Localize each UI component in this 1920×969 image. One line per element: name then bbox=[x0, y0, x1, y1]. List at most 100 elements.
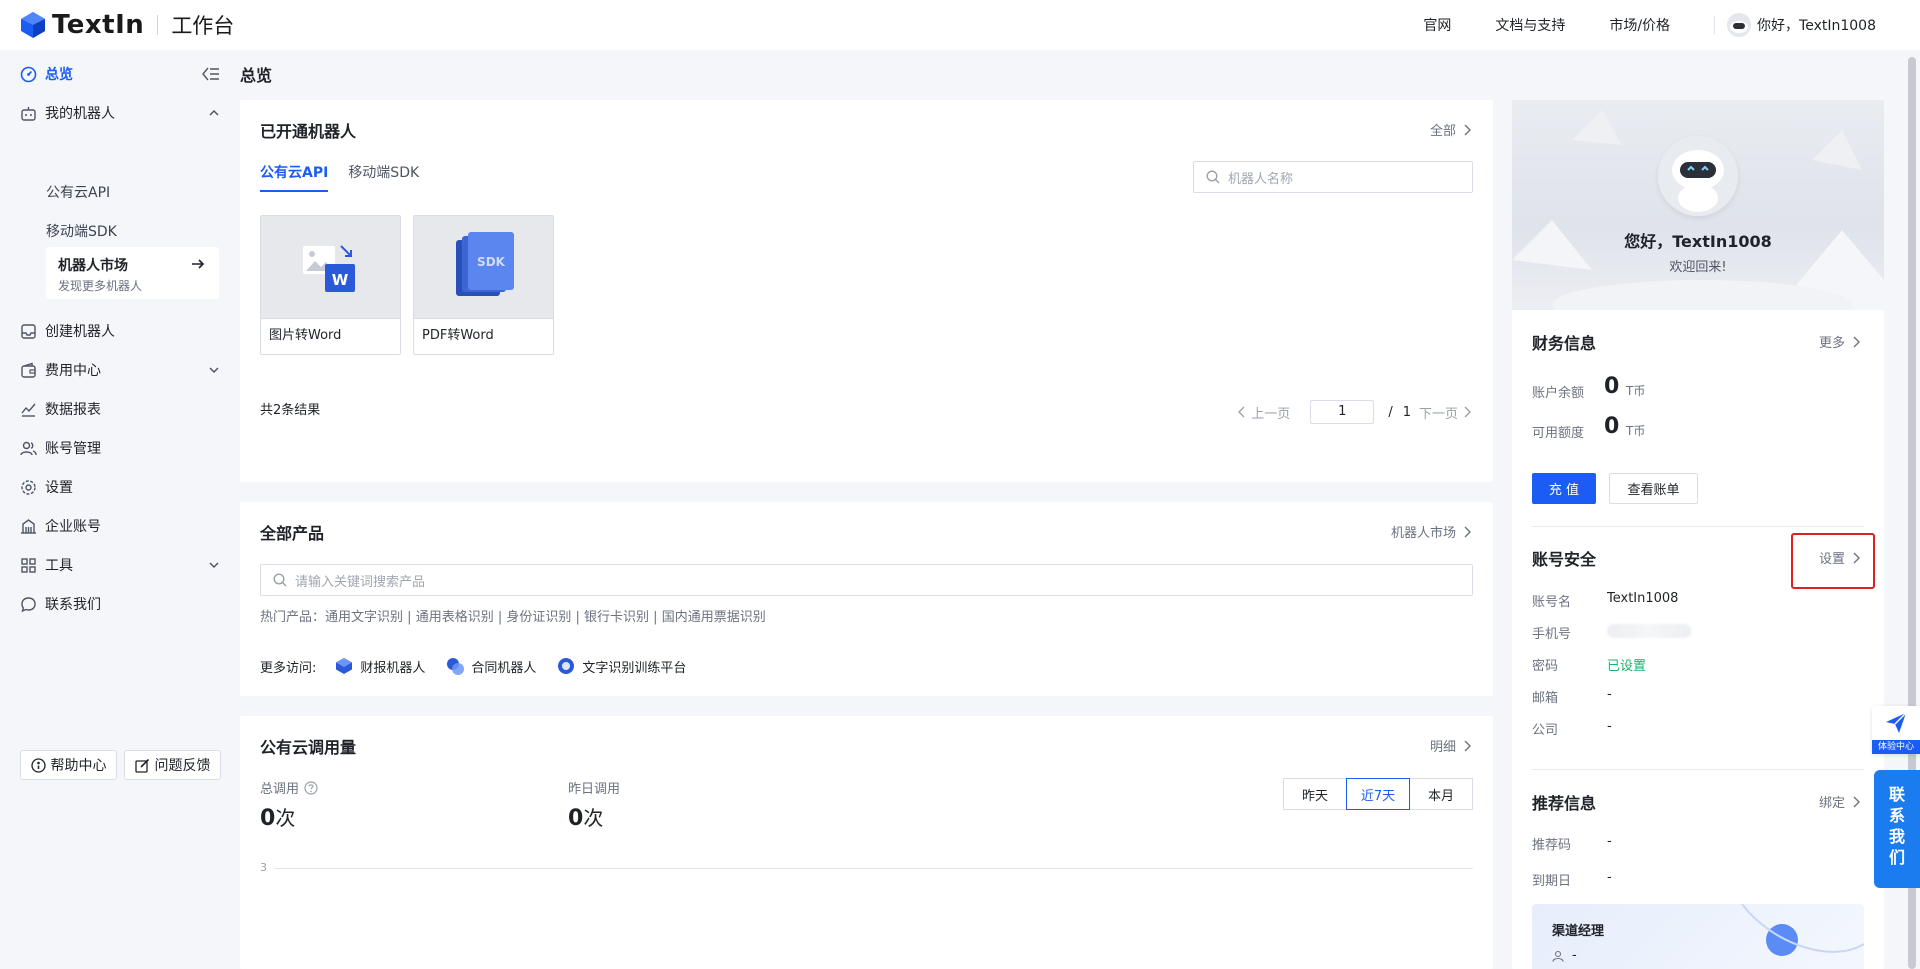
sidebar-item-overview[interactable]: 总览 bbox=[20, 56, 220, 92]
range-selector: 昨天 近7天 本月 bbox=[1283, 778, 1473, 810]
hot-product-link[interactable]: 通用表格识别 bbox=[416, 610, 494, 625]
logo-subtitle: 工作台 bbox=[171, 14, 235, 38]
dashboard-icon bbox=[20, 66, 37, 82]
page-number-input[interactable]: 1 bbox=[1310, 400, 1375, 424]
help-icon bbox=[30, 757, 46, 773]
stat-unit: 次 bbox=[583, 806, 604, 830]
hot-label: 热门产品： bbox=[260, 610, 326, 625]
question-icon[interactable] bbox=[304, 780, 318, 795]
profile-banner: 您好，TextIn1008 欢迎回来! bbox=[1512, 100, 1884, 310]
card-title: 公有云调用量 bbox=[260, 738, 357, 757]
logo[interactable]: TextIn 工作台 bbox=[20, 10, 234, 40]
hot-product-link[interactable]: 国内通用票据识别 bbox=[662, 610, 766, 625]
stat-number: 0 bbox=[568, 806, 584, 831]
divider bbox=[1532, 769, 1864, 770]
sidebar-item-public-api[interactable]: 公有云API bbox=[46, 182, 110, 202]
total-pages: 1 bbox=[1402, 404, 1411, 420]
sidebar-item-account-management[interactable]: 账号管理 bbox=[20, 430, 220, 466]
experience-center-button[interactable]: 体验中心 bbox=[1872, 706, 1920, 754]
nav-link-official-site[interactable]: 官网 bbox=[1423, 15, 1451, 35]
more-visit-ocr-training[interactable]: 文字识别训练平台 bbox=[556, 656, 686, 676]
hot-product-link[interactable]: 银行卡识别 bbox=[584, 610, 649, 625]
robot-icon bbox=[21, 106, 36, 121]
sidebar-item-mobile-sdk[interactable]: 移动端SDK bbox=[46, 221, 117, 241]
card-title: 全部产品 bbox=[260, 524, 325, 543]
more-visit-label: 文字识别训练平台 bbox=[582, 660, 687, 676]
referral-bind-link[interactable]: 绑定 bbox=[1819, 792, 1860, 811]
sidebar-item-enterprise-account[interactable]: 企业账号 bbox=[20, 508, 220, 544]
sidebar-item-tools[interactable]: 工具 bbox=[20, 547, 220, 583]
robot-market-label: 机器人市场 bbox=[1390, 526, 1456, 541]
sidebar-item-create-robot[interactable]: 创建机器人 bbox=[20, 313, 220, 349]
hot-product-link[interactable]: 身份证识别 bbox=[506, 610, 571, 625]
tab-mobile-sdk[interactable]: 移动端SDK bbox=[348, 162, 419, 192]
nav-link-market-price[interactable]: 市场/价格 bbox=[1609, 15, 1670, 35]
quota-unit: T币 bbox=[1626, 424, 1646, 438]
robot-market-link[interactable]: 机器人市场 bbox=[1391, 522, 1471, 541]
chevron-right-icon bbox=[1853, 796, 1860, 807]
chat-bubble-icon bbox=[21, 596, 36, 612]
sidebar-item-label: 我的机器人 bbox=[45, 106, 115, 122]
referral-code-label: 推荐码 bbox=[1532, 838, 1572, 853]
product-search-input[interactable]: 请输入关键词搜索产品 bbox=[260, 564, 1473, 596]
robot-search-input[interactable]: 机器人名称 bbox=[1193, 161, 1473, 193]
range-last-7-days[interactable]: 近7天 bbox=[1346, 778, 1410, 810]
sidebar-item-label: 总览 bbox=[45, 67, 73, 83]
user-menu[interactable]: 你好，TextIn1008 bbox=[1727, 13, 1876, 37]
sidebar-item-fee-center[interactable]: 费用中心 bbox=[20, 352, 220, 388]
account-name-value: TextIn1008 bbox=[1607, 591, 1679, 606]
help-center-button[interactable]: 帮助中心 bbox=[20, 750, 117, 780]
email-value: - bbox=[1607, 687, 1612, 702]
prev-page-button[interactable]: 上一页 bbox=[1251, 403, 1290, 422]
view-all-link[interactable]: 全部 bbox=[1430, 120, 1471, 139]
tab-public-api[interactable]: 公有云API bbox=[260, 162, 329, 192]
sidebar-item-my-robots[interactable]: 我的机器人 bbox=[20, 95, 220, 131]
hot-product-link[interactable]: 通用文字识别 bbox=[325, 610, 403, 625]
feedback-button[interactable]: 问题反馈 bbox=[124, 750, 221, 780]
paper-plane-icon bbox=[1886, 712, 1907, 733]
sidebar-item-robot-market[interactable]: 机器人市场 发现更多机器人 bbox=[46, 247, 219, 299]
user-greeting: 你好，TextIn1008 bbox=[1757, 18, 1876, 34]
range-this-month[interactable]: 本月 bbox=[1409, 778, 1473, 810]
next-page-button[interactable]: 下一页 bbox=[1419, 403, 1458, 422]
view-bill-button[interactable]: 查看账单 bbox=[1609, 473, 1698, 504]
recharge-button[interactable]: 充 值 bbox=[1532, 473, 1596, 504]
phone-label: 手机号 bbox=[1532, 627, 1572, 642]
robot-card-image-to-word[interactable]: W 图片转Word bbox=[260, 215, 401, 355]
sidebar-item-data-report[interactable]: 数据报表 bbox=[20, 391, 220, 427]
help-center-label: 帮助中心 bbox=[50, 758, 107, 774]
password-label: 密码 bbox=[1532, 659, 1559, 674]
hot-products: 热门产品：通用文字识别 | 通用表格识别 | 身份证识别 | 银行卡识别 | 国… bbox=[260, 610, 766, 625]
feedback-label: 问题反馈 bbox=[154, 758, 211, 774]
balance-value: 0 bbox=[1604, 374, 1620, 399]
contact-us-float-button[interactable]: 联系我们 bbox=[1874, 770, 1920, 888]
balance-unit: T币 bbox=[1626, 384, 1646, 398]
financial-robot-icon bbox=[336, 658, 353, 674]
avatar bbox=[1658, 136, 1738, 216]
more-visit-contract-robot[interactable]: 合同机器人 bbox=[445, 656, 536, 676]
page-separator: / bbox=[1388, 404, 1393, 420]
expire-date-value: - bbox=[1607, 870, 1612, 885]
chevron-right-icon bbox=[1464, 740, 1471, 751]
more-visit-label: 更多访问: bbox=[260, 660, 317, 676]
collapse-sidebar-icon[interactable] bbox=[202, 67, 220, 81]
nav-link-docs[interactable]: 文档与支持 bbox=[1495, 15, 1565, 35]
contact-us-float-label: 联系我们 bbox=[1888, 785, 1905, 867]
top-header: TextIn 工作台 官网 文档与支持 市场/价格 你好，TextIn1008 bbox=[0, 0, 1920, 50]
sidebar-item-contact-us[interactable]: 联系我们 bbox=[20, 586, 220, 622]
axis-tick-label: 3 bbox=[260, 861, 267, 874]
range-yesterday[interactable]: 昨天 bbox=[1283, 778, 1347, 810]
chart-line-icon bbox=[21, 403, 36, 417]
usage-detail-link[interactable]: 明细 bbox=[1430, 736, 1471, 755]
finance-more-link[interactable]: 更多 bbox=[1819, 332, 1860, 351]
security-title: 账号安全 bbox=[1532, 550, 1597, 569]
yesterday-calls-label: 昨日调用 bbox=[568, 782, 621, 797]
robot-card-pdf-to-word[interactable]: SDK PDF转Word bbox=[413, 215, 554, 355]
robot-tabs: 公有云API 移动端SDK bbox=[260, 162, 439, 192]
sidebar-item-label: 工具 bbox=[45, 558, 73, 574]
user-icon bbox=[1552, 950, 1564, 962]
sidebar-item-settings[interactable]: 设置 bbox=[20, 469, 220, 505]
chevron-right-icon bbox=[1853, 336, 1860, 347]
sdk-cube-icon: SDK bbox=[456, 232, 514, 296]
more-visit-financial-robot[interactable]: 财报机器人 bbox=[334, 656, 425, 676]
